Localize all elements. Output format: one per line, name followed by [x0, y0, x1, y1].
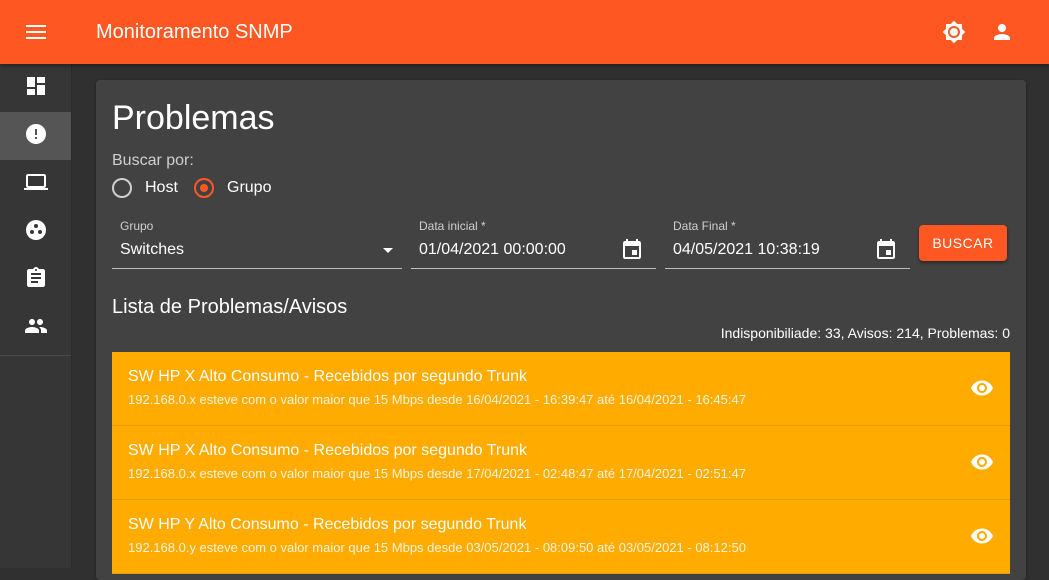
- list-item[interactable]: SW HP X Alto Consumo - Recebidos por seg…: [112, 352, 1010, 426]
- eye-icon[interactable]: [970, 450, 994, 474]
- page-title: Problemas: [112, 99, 275, 137]
- problems-list: SW HP X Alto Consumo - Recebidos por seg…: [112, 352, 1010, 574]
- menu-icon[interactable]: [16, 16, 56, 48]
- app-bar: Monitoramento SNMP: [0, 0, 1049, 64]
- eye-icon[interactable]: [970, 524, 994, 548]
- list-item-subtitle: 192.168.0.x esteve com o valor maior que…: [128, 466, 746, 481]
- calendar-icon[interactable]: [620, 238, 644, 262]
- calendar-icon[interactable]: [874, 238, 898, 262]
- list-item-subtitle: 192.168.0.y esteve com o valor maior que…: [128, 540, 746, 555]
- list-item-subtitle: 192.168.0.x esteve com o valor maior que…: [128, 392, 746, 407]
- list-title: Lista de Problemas/Avisos: [112, 296, 348, 318]
- radio-host[interactable]: Host: [112, 178, 178, 198]
- radio-grupo[interactable]: Grupo: [194, 178, 271, 198]
- start-date-label: Data inicial *: [419, 219, 486, 233]
- group-select-value: Switches: [120, 241, 185, 258]
- brightness-icon[interactable]: [938, 16, 970, 48]
- end-date-value: 04/05/2021 10:38:19: [673, 241, 820, 258]
- people-icon: [24, 314, 48, 343]
- radio-host-label: Host: [145, 179, 178, 196]
- sidebar-item-problems[interactable]: [0, 112, 71, 160]
- list-item-title: SW HP X Alto Consumo - Recebidos por seg…: [128, 368, 528, 385]
- list-item[interactable]: SW HP Y Alto Consumo - Recebidos por seg…: [112, 500, 1010, 574]
- dashboard-icon: [24, 74, 48, 103]
- sidebar-item-groups[interactable]: [0, 208, 71, 256]
- sidebar-divider: [0, 355, 71, 356]
- search-button[interactable]: BUSCAR: [919, 225, 1007, 261]
- list-item-title: SW HP Y Alto Consumo - Recebidos por seg…: [128, 516, 527, 533]
- laptop-icon: [23, 170, 48, 199]
- eye-icon[interactable]: [970, 376, 994, 400]
- clipboard-icon: [24, 266, 48, 295]
- radio-grupo-label: Grupo: [227, 179, 272, 196]
- sidebar: [0, 64, 72, 568]
- problems-card: Problemas Buscar por: Host Grupo Grupo S…: [96, 80, 1026, 580]
- end-date-label: Data Final *: [673, 219, 736, 233]
- list-item-title: SW HP X Alto Consumo - Recebidos por seg…: [128, 442, 528, 459]
- start-date-value: 01/04/2021 00:00:00: [419, 241, 566, 258]
- list-item[interactable]: SW HP X Alto Consumo - Recebidos por seg…: [112, 426, 1010, 500]
- radio-host-circle[interactable]: [112, 178, 132, 198]
- hub-icon: [24, 218, 48, 247]
- account-icon[interactable]: [986, 16, 1018, 48]
- sidebar-item-users[interactable]: [0, 304, 71, 352]
- end-date-field[interactable]: Data Final * 04/05/2021 10:38:19: [665, 218, 910, 269]
- sidebar-item-reports[interactable]: [0, 256, 71, 304]
- group-select[interactable]: Grupo Switches: [112, 218, 402, 269]
- app-title: Monitoramento SNMP: [96, 21, 293, 43]
- sidebar-item-hosts[interactable]: [0, 160, 71, 208]
- summary-counts: Indisponibiliade: 33, Avisos: 214, Probl…: [720, 325, 1010, 341]
- dropdown-arrow-icon[interactable]: [376, 238, 400, 262]
- search-by-label: Buscar por:: [112, 152, 194, 169]
- group-select-label: Grupo: [120, 219, 154, 233]
- start-date-field[interactable]: Data inicial * 01/04/2021 00:00:00: [411, 218, 656, 269]
- sidebar-item-dashboard[interactable]: [0, 64, 71, 112]
- radio-grupo-circle[interactable]: [194, 178, 214, 198]
- alert-icon: [24, 122, 48, 151]
